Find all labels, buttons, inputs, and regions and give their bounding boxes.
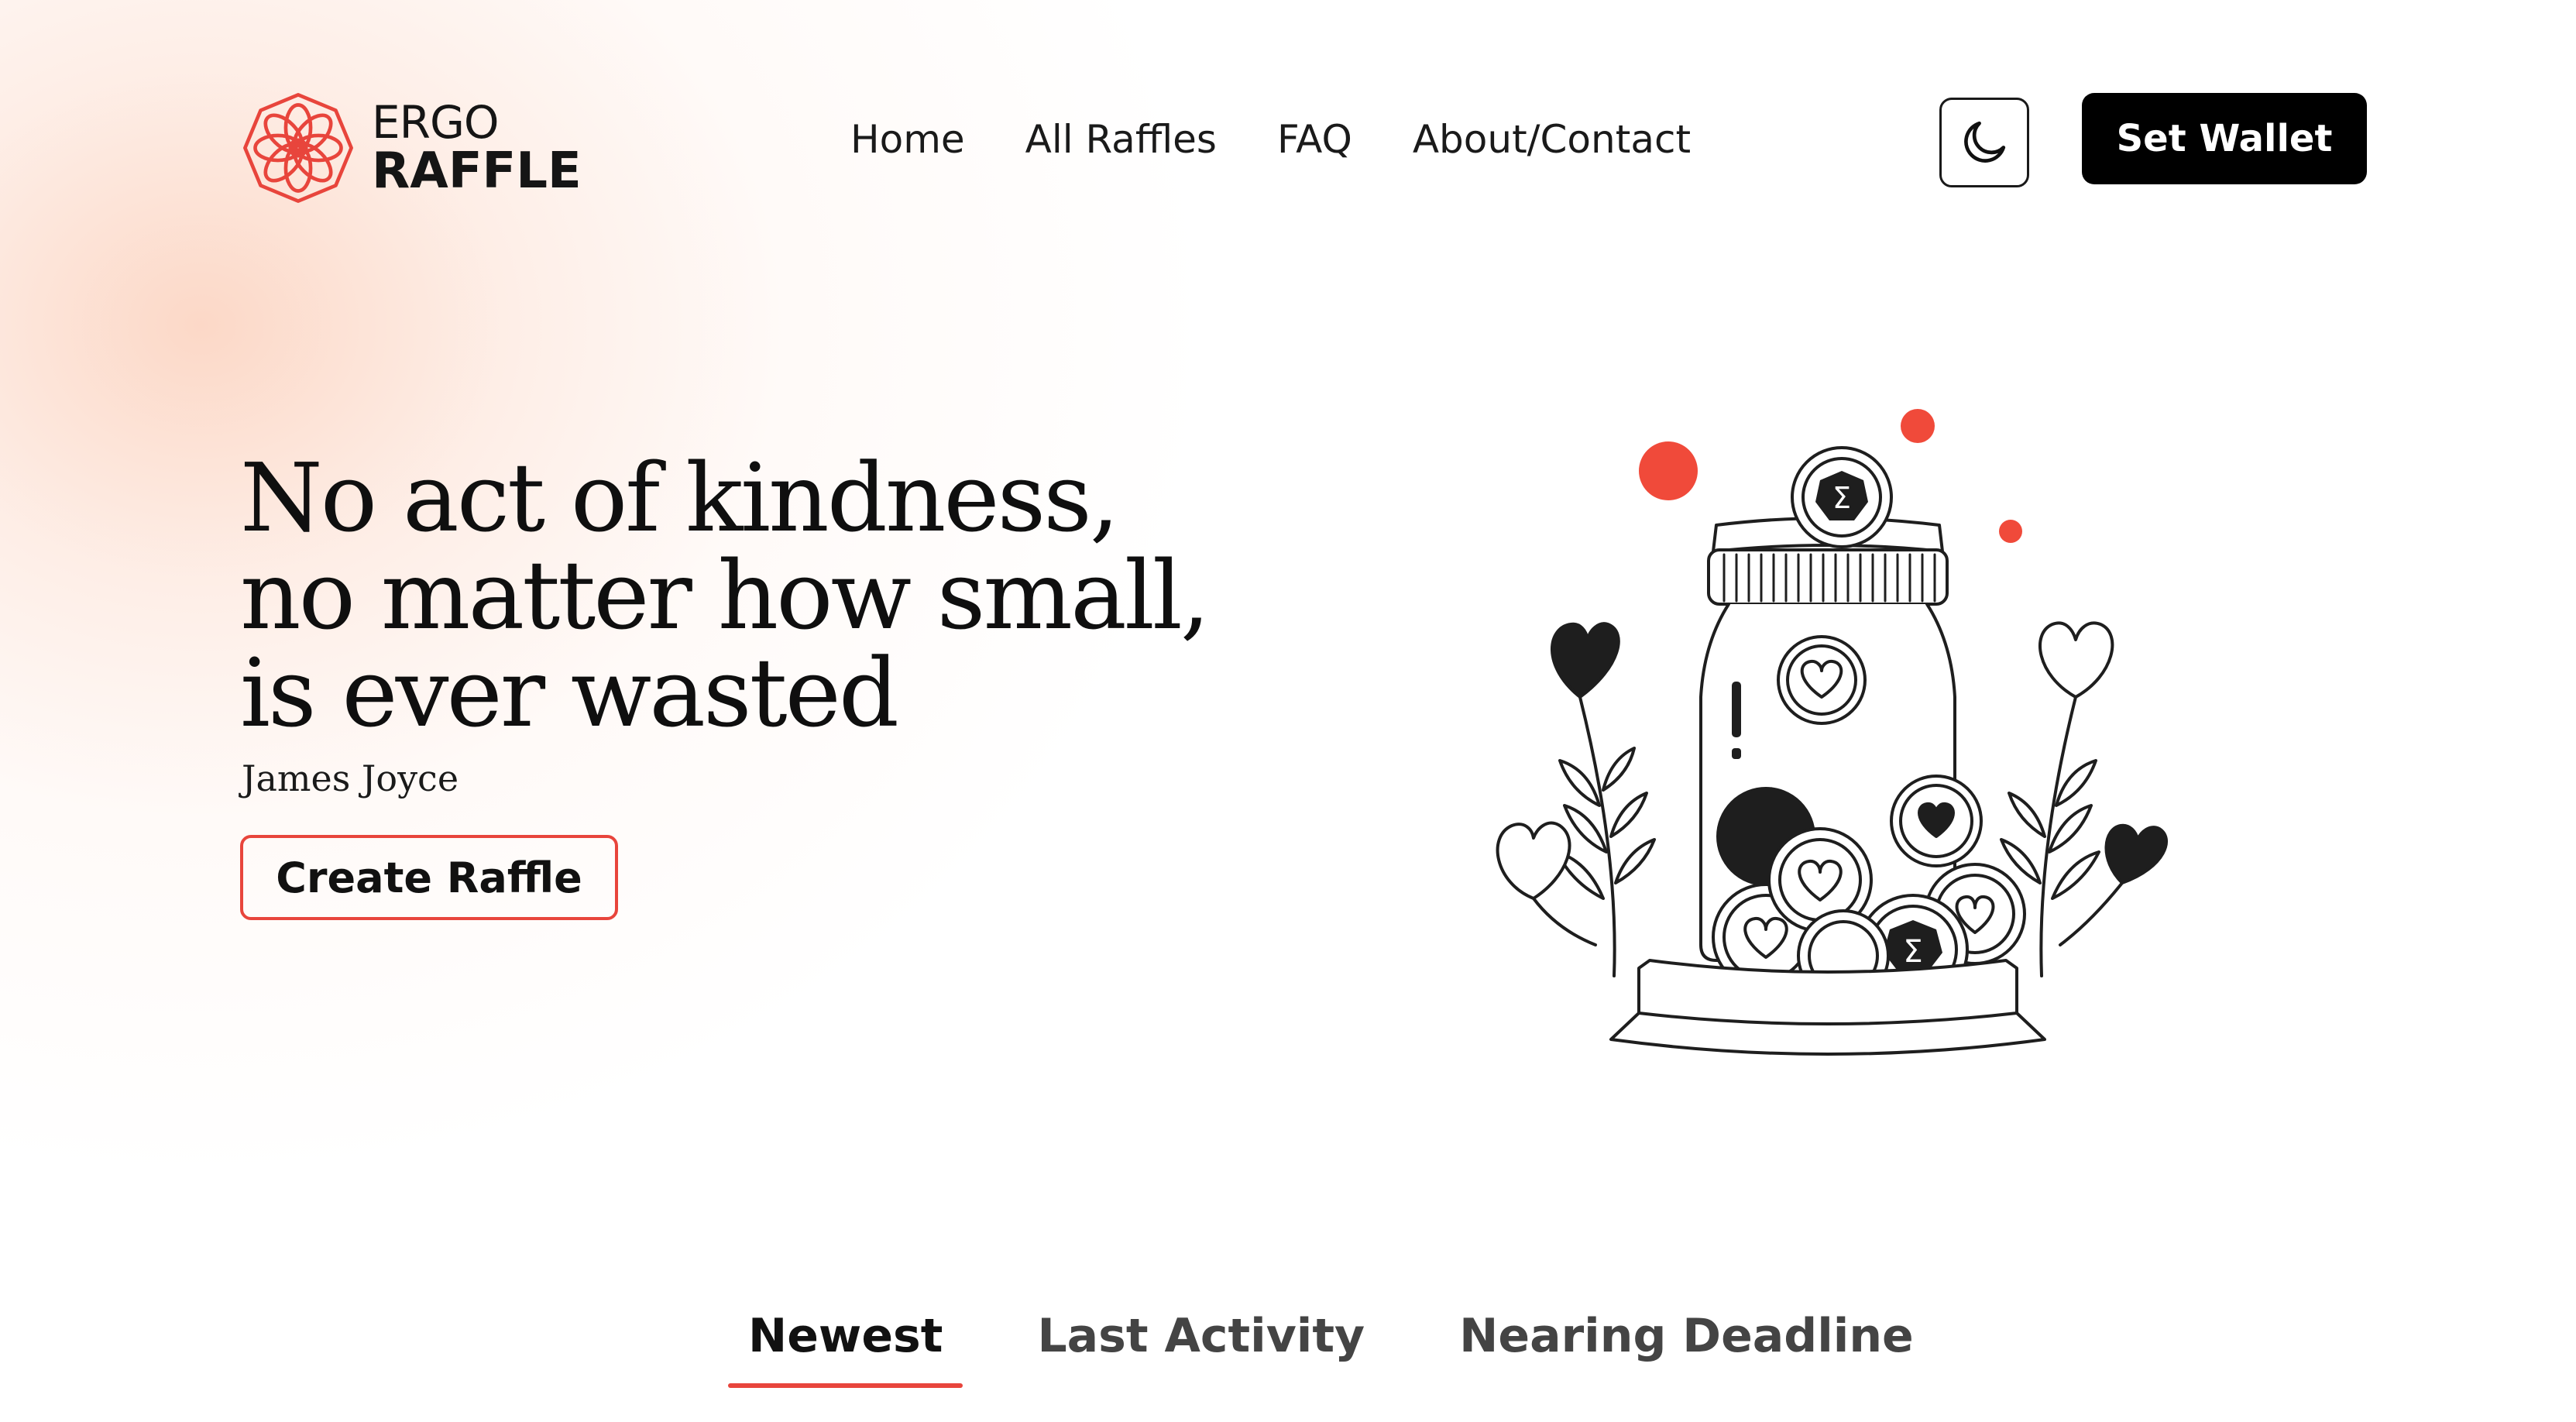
- tab-last-activity[interactable]: Last Activity: [1017, 1309, 1385, 1388]
- main-nav: Home All Raffles FAQ About/Contact: [850, 108, 1691, 170]
- red-dot-small: [1999, 520, 2022, 543]
- page: ERGO RAFFLE Home All Raffles FAQ About/C…: [0, 0, 2576, 1422]
- hero-author: James Joyce: [242, 757, 459, 799]
- logo-wordmark: ERGO RAFFLE: [372, 100, 582, 196]
- red-dot-medium: [1901, 409, 1935, 443]
- hero-quote: No act of kindness, no matter how small,…: [240, 443, 1211, 748]
- raffle-sort-tabs: Newest Last Activity Nearing Deadline: [728, 1309, 1934, 1388]
- tab-newest[interactable]: Newest: [728, 1309, 963, 1388]
- logo-text-top: ERGO: [372, 96, 500, 149]
- nav-link-home[interactable]: Home: [850, 117, 965, 162]
- svg-text:Σ: Σ: [1832, 481, 1851, 515]
- set-wallet-button[interactable]: Set Wallet: [2082, 93, 2367, 184]
- moon-icon: [1964, 121, 2006, 163]
- logo[interactable]: ERGO RAFFLE: [242, 91, 582, 204]
- nav-link-all-raffles[interactable]: All Raffles: [1025, 117, 1217, 162]
- flower-mandala-icon: [243, 93, 353, 203]
- nav-link-about-contact[interactable]: About/Contact: [1413, 117, 1691, 162]
- donation-jar-illustration: Σ Σ: [1496, 409, 2168, 1056]
- svg-text:Σ: Σ: [1903, 934, 1922, 970]
- red-dot-large: [1639, 441, 1698, 500]
- tab-nearing-deadline[interactable]: Nearing Deadline: [1439, 1309, 1934, 1388]
- nav-link-faq[interactable]: FAQ: [1277, 117, 1352, 162]
- theme-toggle-button[interactable]: [1939, 98, 2029, 187]
- logo-text-bottom: RAFFLE: [372, 143, 582, 200]
- create-raffle-button[interactable]: Create Raffle: [240, 835, 618, 920]
